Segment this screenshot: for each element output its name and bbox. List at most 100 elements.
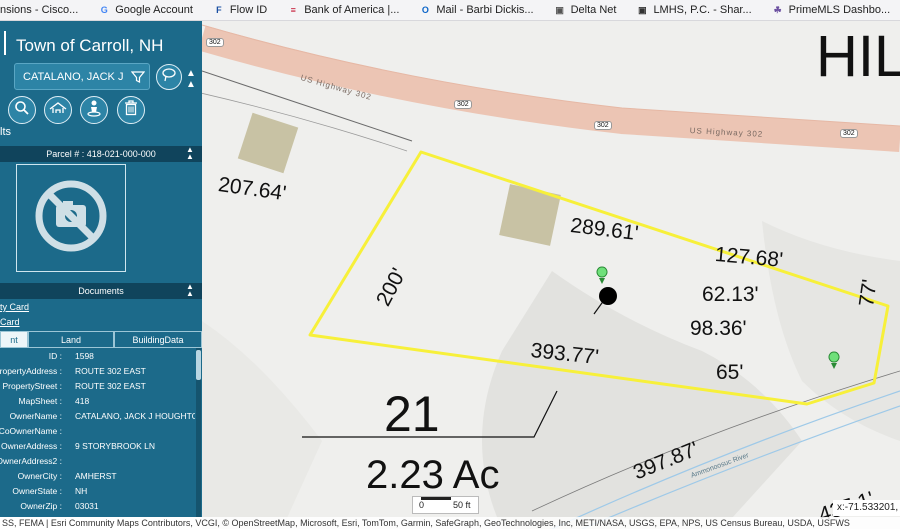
field-value: ROUTE 302 EAST: [75, 366, 146, 376]
person-pin-icon: [86, 99, 102, 122]
owner-search-field[interactable]: CATALANO, JACK J: [14, 63, 150, 90]
lmhs-icon: ▣: [638, 4, 647, 15]
owner-search-value: CATALANO, JACK J: [23, 70, 124, 83]
bookmark-item[interactable]: ☘ PrimeMLS Dashbo...: [772, 4, 891, 16]
parcel-photo: [16, 164, 126, 272]
parcel-header[interactable]: Parcel # : 418-021-000-000: [0, 146, 202, 162]
trash-icon: [124, 99, 138, 121]
card-link[interactable]: Card: [0, 317, 20, 327]
route-shield: 302: [454, 100, 472, 109]
field-value: CATALANO, JACK J HOUGHTO...: [75, 411, 195, 421]
field-label: PropertyStreet :: [2, 381, 62, 391]
table-row: OwnerCity : AMHERST: [0, 468, 196, 483]
search-button[interactable]: [8, 96, 36, 124]
filter-icon[interactable]: [127, 66, 149, 88]
chevron-up-icon[interactable]: ▲ ▲: [186, 146, 194, 161]
field-value: 03031: [75, 501, 99, 511]
field-label: OwnerCity :: [17, 471, 62, 481]
bookmark-item[interactable]: nsions - Cisco...: [0, 4, 78, 16]
bookmark-label: PrimeMLS Dashbo...: [788, 4, 891, 16]
bookmark-label: nsions - Cisco...: [0, 4, 79, 16]
field-value: 9 STORYBROOK LN: [75, 441, 155, 451]
map-canvas: [202, 24, 900, 529]
field-label: ID :: [48, 351, 62, 361]
lasso-icon: [161, 67, 177, 88]
scrollbar-thumb[interactable]: [196, 350, 201, 380]
chevron-up-icon[interactable]: ▲ ▲: [186, 68, 196, 90]
primemls-icon: ☘: [773, 4, 782, 15]
map-view[interactable]: 302 302 302 302 US Highway 302 US Highwa…: [202, 21, 900, 529]
bookmark-item[interactable]: F Flow ID: [213, 4, 267, 16]
table-row: PropertyAddress : ROUTE 302 EAST: [0, 363, 196, 378]
table-row: ID : 1598: [0, 348, 196, 363]
selected-parcel-point[interactable]: [599, 287, 617, 305]
bookmark-item[interactable]: O Mail - Barbi Dickis...: [419, 4, 534, 16]
field-value: 418: [75, 396, 90, 406]
map-attribution: SS, FEMA | Esri Community Maps Contribut…: [0, 517, 900, 529]
bookmark-label: Delta Net: [570, 4, 617, 16]
field-label: OwnerName :: [9, 411, 62, 421]
tab-land[interactable]: Land: [28, 331, 114, 348]
search-icon: [14, 100, 30, 121]
route-shield: 302: [840, 129, 858, 138]
route-shield: 302: [594, 121, 612, 130]
google-icon: G: [100, 5, 108, 15]
field-label: OwnerAddress :: [1, 441, 62, 451]
tab-building-data[interactable]: BuildingData: [114, 331, 202, 348]
field-label: MapSheet :: [18, 396, 62, 406]
detail-tabs: nt Land BuildingData: [0, 331, 202, 348]
table-row: OwnerState : NH: [0, 483, 196, 498]
lot-number: 21: [384, 386, 440, 442]
title-divider: [4, 31, 6, 55]
field-label: OwnerAddress2 :: [0, 456, 62, 466]
dimension-label: 77': [855, 277, 882, 309]
bookmark-label: Flow ID: [229, 4, 268, 16]
locate-button[interactable]: [80, 96, 108, 124]
property-card-link[interactable]: ty Card: [0, 302, 29, 312]
scale-bar: 0 50 ft: [412, 496, 479, 514]
clear-button[interactable]: [117, 96, 145, 124]
table-row: OwnerName : CATALANO, JACK J HOUGHTO...: [0, 408, 196, 423]
field-value: AMHERST: [75, 471, 117, 481]
tab-account[interactable]: nt: [0, 331, 28, 348]
field-label: OwnerZip :: [20, 501, 62, 511]
neighbors-button[interactable]: [44, 96, 72, 124]
field-value: 1598: [75, 351, 94, 361]
bookmark-label: LMHS, P.C. - Shar...: [653, 4, 752, 16]
hil-label: HIL: [816, 24, 900, 89]
no-photo-icon: [31, 176, 111, 261]
field-value: ROUTE 302 EAST: [75, 381, 146, 391]
table-row: OwnerZip : 03031: [0, 498, 196, 513]
field-label: CoOwnerName :: [0, 426, 62, 436]
scale-distance: 50 ft: [453, 500, 471, 510]
select-tool-button[interactable]: [156, 64, 182, 90]
bookmark-label: Mail - Barbi Dickis...: [436, 4, 534, 16]
results-label: lts: [0, 126, 11, 138]
dimension-label: 62.13': [702, 283, 759, 306]
chevron-up-icon[interactable]: ▲ ▲: [186, 283, 194, 298]
table-row: OwnerAddress : 9 STORYBROOK LN: [0, 438, 196, 453]
bookmark-label: Google Account: [115, 4, 193, 16]
bookmarks-bar: nsions - Cisco... G Google Account F Flow ID…: [0, 0, 900, 21]
parcel-header-label: Parcel # : 418-021-000-000: [46, 149, 156, 159]
documents-header-label: Documents: [78, 286, 124, 296]
documents-header[interactable]: Documents: [0, 283, 202, 299]
coordinate-readout: x:-71.533201,: [833, 500, 900, 516]
delta-icon: ▣: [555, 4, 564, 15]
houses-icon: [48, 100, 68, 121]
bookmark-item[interactable]: ▣ Delta Net: [554, 4, 617, 16]
bookmark-item[interactable]: ≡ Bank of America |...: [287, 4, 400, 16]
field-value: NH: [75, 486, 88, 496]
table-row: PropertyStreet : ROUTE 302 EAST: [0, 378, 196, 393]
table-row: CoOwnerName :: [0, 423, 196, 438]
bookmark-item[interactable]: G Google Account: [98, 4, 193, 16]
outlook-icon: O: [421, 5, 429, 15]
flow-icon: F: [216, 5, 222, 15]
dimension-label: 98.36': [690, 317, 747, 340]
bookmark-item[interactable]: ▣ LMHS, P.C. - Shar...: [636, 4, 752, 16]
app-title: Town of Carroll, NH: [16, 36, 164, 55]
attribute-table: ID :1598 PropertyAddress : ROUTE 302 EAST P…: [0, 348, 196, 513]
lot-acreage: 2.23 Ac: [366, 453, 500, 497]
scale-zero: 0: [419, 500, 425, 510]
route-shield: 302: [206, 38, 224, 47]
